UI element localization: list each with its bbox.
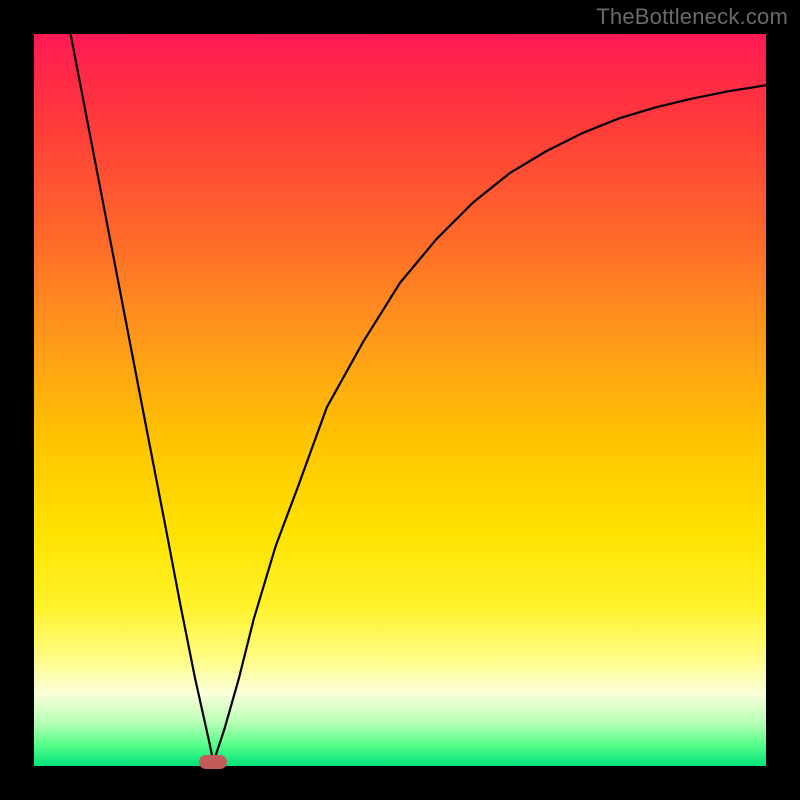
watermark-text: TheBottleneck.com (596, 4, 788, 30)
chart-frame: TheBottleneck.com (0, 0, 800, 800)
minimum-marker (199, 755, 227, 769)
bottleneck-curve (0, 0, 800, 800)
right-branch-path (213, 85, 766, 762)
left-branch-path (71, 34, 214, 762)
